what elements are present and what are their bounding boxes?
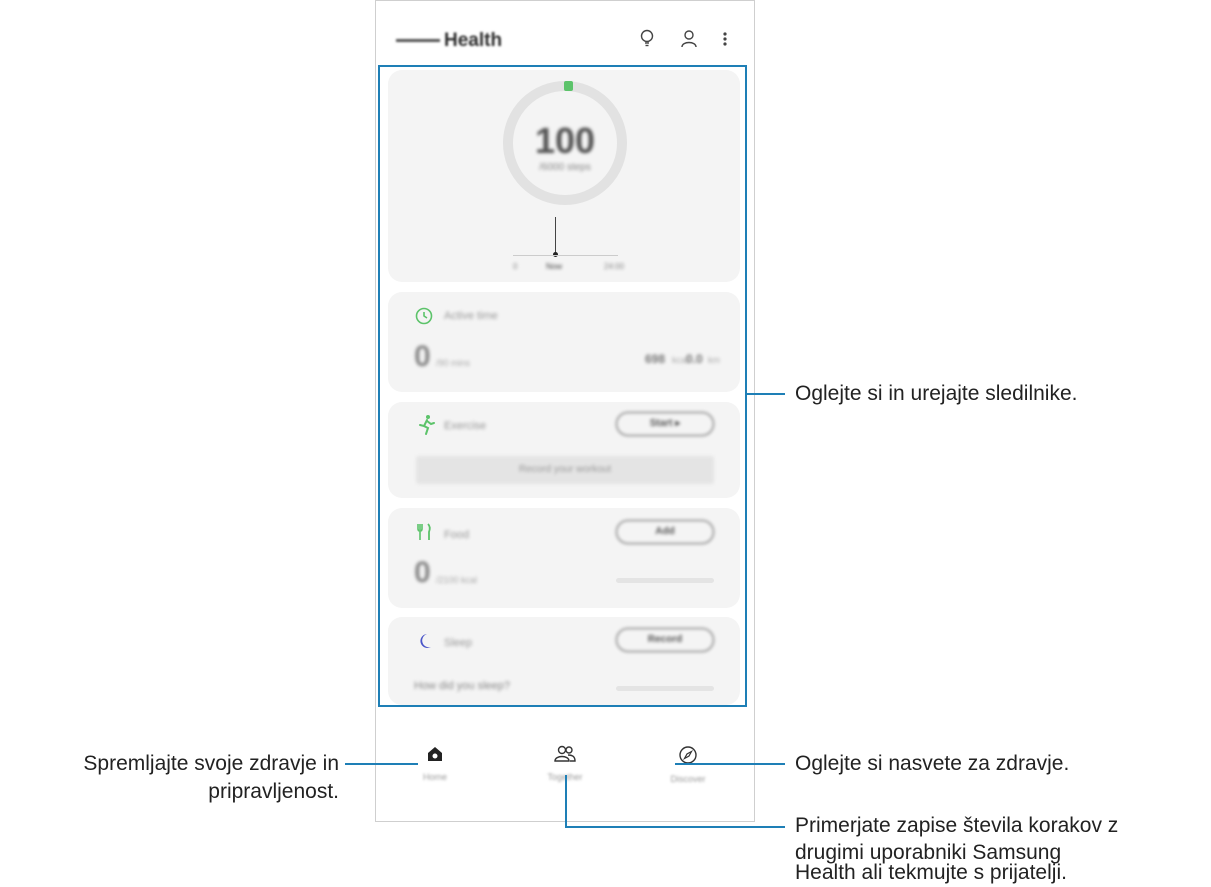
people-icon (525, 745, 605, 769)
person-icon[interactable] (680, 29, 698, 55)
lightbulb-icon[interactable] (640, 29, 654, 55)
trackers-highlight-frame (378, 65, 747, 707)
nav-home-label: Home (422, 772, 447, 782)
callout-line-together-vertical (565, 775, 567, 828)
compass-icon (648, 745, 728, 771)
annotation-together-line3: Health ali tekmujte s prijatelji. (795, 861, 1067, 884)
callout-line-home (345, 763, 418, 765)
callout-line-discover (675, 763, 785, 765)
annotation-home-line1: Spremljajte svoje zdravje in (83, 752, 339, 775)
annotation-discover: Oglejte si nasvete za zdravje. (795, 752, 1070, 775)
annotation-trackers: Oglejte si in urejajte sledilnike. (795, 382, 1078, 405)
home-icon (395, 745, 475, 769)
annotation-home-line2: pripravljenost. (208, 780, 339, 803)
annotation-together-line1: Primerjate zapise števila korakov z (795, 814, 1119, 837)
callout-line-trackers (747, 393, 785, 395)
more-vert-icon[interactable] (722, 29, 728, 55)
callout-line-together-horizontal (565, 826, 785, 828)
nav-discover-label: Discover (670, 774, 706, 784)
app-title: Health (396, 30, 502, 52)
